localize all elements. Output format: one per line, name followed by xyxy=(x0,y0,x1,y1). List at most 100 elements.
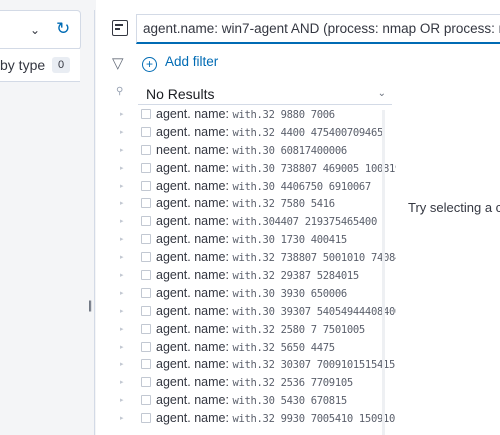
row-text: neent. name: with.30 60817400006 xyxy=(156,143,347,157)
row-text: agent. name: with.30 1730 400415 xyxy=(156,232,347,246)
expand-arrow-icon[interactable]: ▸ xyxy=(120,325,124,333)
row-text: agent. name: with.32 2536 7709105 xyxy=(156,375,353,389)
left-panel: ⌄ ↻ by type 0 xyxy=(0,0,86,435)
add-filter-button[interactable]: + Add filter xyxy=(142,54,218,72)
group-by-type[interactable]: by type 0 xyxy=(0,48,80,82)
row-text: agent. name: with.32 30307 7009101515415 xyxy=(156,357,395,371)
list-item[interactable]: ▸ agent. name: with.32 5650 4475 xyxy=(96,339,396,357)
expand-arrow-icon[interactable]: ▸ xyxy=(120,378,124,386)
row-text: agent. name: with.30 738807 469005 10081… xyxy=(156,161,396,175)
list-item[interactable]: ▸ agent. name: with.304407 219375465400 xyxy=(96,213,396,231)
row-checkbox[interactable] xyxy=(141,359,151,370)
row-checkbox[interactable] xyxy=(141,305,151,316)
row-value: with.30 738807 469005 1008190 xyxy=(232,162,396,175)
list-item[interactable]: ▸ agent. name: with.32 30307 700910151541… xyxy=(96,356,396,374)
list-item[interactable]: ▸ agent. name: with.30 3930 650006 xyxy=(96,285,396,303)
list-item[interactable]: ▸ neent. name: with.30 60817400006 xyxy=(96,142,396,160)
row-value: with.32 9880 7006 xyxy=(232,109,335,121)
scrollbar[interactable] xyxy=(382,110,385,435)
list-item[interactable]: ▸ agent. name: with.30 5430 670815 xyxy=(96,392,396,410)
row-checkbox[interactable] xyxy=(141,395,151,406)
row-checkbox[interactable] xyxy=(141,234,151,245)
row-checkbox[interactable] xyxy=(141,341,151,352)
expand-arrow-icon[interactable]: ▸ xyxy=(120,307,124,315)
row-value: with.32 738807 5001010 7408416 xyxy=(232,252,396,265)
row-text: agent. name: with.32 29387 5284015 xyxy=(156,268,359,282)
expand-arrow-icon[interactable]: ▸ xyxy=(120,128,124,136)
query-row: agent.name: win7-agent AND (process: nma… xyxy=(96,14,500,46)
expand-arrow-icon[interactable]: ▸ xyxy=(120,217,124,225)
row-checkbox[interactable] xyxy=(141,198,151,209)
row-value: with.32 7580 5416 xyxy=(232,198,335,211)
row-checkbox[interactable] xyxy=(141,270,151,281)
row-field: agent. name: xyxy=(156,339,229,354)
expand-arrow-icon[interactable]: ▸ xyxy=(120,414,124,422)
expand-arrow-icon[interactable]: ▸ xyxy=(120,164,124,172)
list-item[interactable]: ▸ agent. name: with.32 9880 7006 xyxy=(96,106,396,124)
row-checkbox[interactable] xyxy=(141,252,151,263)
index-selector[interactable]: ⌄ ↻ xyxy=(0,10,81,50)
list-item[interactable]: ▸ agent. name: with.32 2536 7709105 xyxy=(96,374,396,392)
row-checkbox[interactable] xyxy=(141,216,151,227)
expand-arrow-icon[interactable]: ▸ xyxy=(120,360,124,368)
results-dropdown[interactable]: No Results ⌄ xyxy=(138,83,392,105)
expand-arrow-icon[interactable]: ▸ xyxy=(120,146,124,154)
row-value: with.32 30307 7009101515415 xyxy=(232,359,396,372)
row-text: agent. name: with.32 9880 7006 xyxy=(156,107,335,121)
query-language-icon[interactable] xyxy=(112,20,128,36)
expand-arrow-icon[interactable]: ▸ xyxy=(120,343,124,351)
row-checkbox[interactable] xyxy=(141,180,151,191)
main-panel: agent.name: win7-agent AND (process: nma… xyxy=(96,0,500,435)
filter-row: ▽ + Add filter xyxy=(96,52,500,74)
list-item[interactable]: ▸ agent. name: with.30 1730 400415 xyxy=(96,231,396,249)
expand-arrow-icon[interactable]: ▸ xyxy=(120,110,124,118)
plus-icon: + xyxy=(142,57,157,72)
chevron-down-icon[interactable]: ⌄ xyxy=(30,23,40,37)
list-item[interactable]: ▸ agent. name: with.32 2580 7 7501005 xyxy=(96,321,396,339)
query-input[interactable]: agent.name: win7-agent AND (process: nma… xyxy=(136,14,500,44)
row-value: with.32 2536 7709105 xyxy=(232,377,353,390)
expand-arrow-icon[interactable]: ▸ xyxy=(120,289,124,297)
row-value: with.30 39307 54054944408400 xyxy=(232,305,396,318)
expand-arrow-icon[interactable]: ▸ xyxy=(120,253,124,261)
row-text: agent. name: with.32 7580 5416 xyxy=(156,196,335,210)
row-checkbox[interactable] xyxy=(141,377,151,388)
resize-handle-icon[interactable]: || xyxy=(88,298,92,312)
expand-arrow-icon[interactable]: ▸ xyxy=(120,271,124,279)
list-item[interactable]: ▸ agent. name: with.32 4400 475400709465 xyxy=(96,124,396,142)
list-item[interactable]: ▸ agent. name: with.32 7580 5416 xyxy=(96,195,396,213)
row-checkbox[interactable] xyxy=(141,109,151,119)
row-field: agent. name: xyxy=(156,321,229,336)
list-item[interactable]: ▸ agent. name: with.30 738807 469005 1008… xyxy=(96,160,396,178)
row-checkbox[interactable] xyxy=(141,126,151,137)
add-filter-label: Add filter xyxy=(165,54,219,69)
row-checkbox[interactable] xyxy=(141,144,151,155)
row-field: agent. name: xyxy=(156,160,229,175)
row-checkbox[interactable] xyxy=(141,413,151,424)
expand-arrow-icon[interactable]: ▸ xyxy=(120,182,124,190)
row-field: agent. name: xyxy=(156,357,229,372)
row-checkbox[interactable] xyxy=(141,287,151,298)
expand-arrow-icon[interactable]: ▸ xyxy=(120,199,124,207)
row-text: agent. name: with.30 3930 650006 xyxy=(156,286,347,300)
empty-state-hint: Try selecting a c xyxy=(408,200,500,215)
row-value: with.32 2580 7 7501005 xyxy=(232,323,365,336)
list-item[interactable]: ▸ agent. name: with.30 4406750 6910067 xyxy=(96,178,396,196)
list-item[interactable]: ▸ agent. name: with.30 39307 540549444084… xyxy=(96,303,396,321)
expand-arrow-icon[interactable]: ▸ xyxy=(120,235,124,243)
row-field: agent. name: xyxy=(156,232,229,247)
row-text: agent. name: with.30 39307 5405494440840… xyxy=(156,304,396,318)
row-field: agent. name: xyxy=(156,124,229,139)
refresh-icon[interactable]: ↻ xyxy=(56,19,70,39)
pin-icon[interactable]: ⚲ xyxy=(116,86,123,97)
row-checkbox[interactable] xyxy=(141,323,151,334)
list-item[interactable]: ▸ agent. name: with.32 9930 7005410 15091… xyxy=(96,410,396,428)
row-checkbox[interactable] xyxy=(141,162,151,173)
expand-arrow-icon[interactable]: ▸ xyxy=(120,396,124,404)
filter-icon[interactable]: ▽ xyxy=(112,54,124,72)
list-item[interactable]: ▸ agent. name: with.32 738807 5001010 740… xyxy=(96,249,396,267)
panel-divider xyxy=(94,10,95,435)
row-value: with.30 5430 670815 xyxy=(232,395,347,408)
list-item[interactable]: ▸ agent. name: with.32 29387 5284015 xyxy=(96,267,396,285)
chevron-down-icon: ⌄ xyxy=(377,88,386,99)
